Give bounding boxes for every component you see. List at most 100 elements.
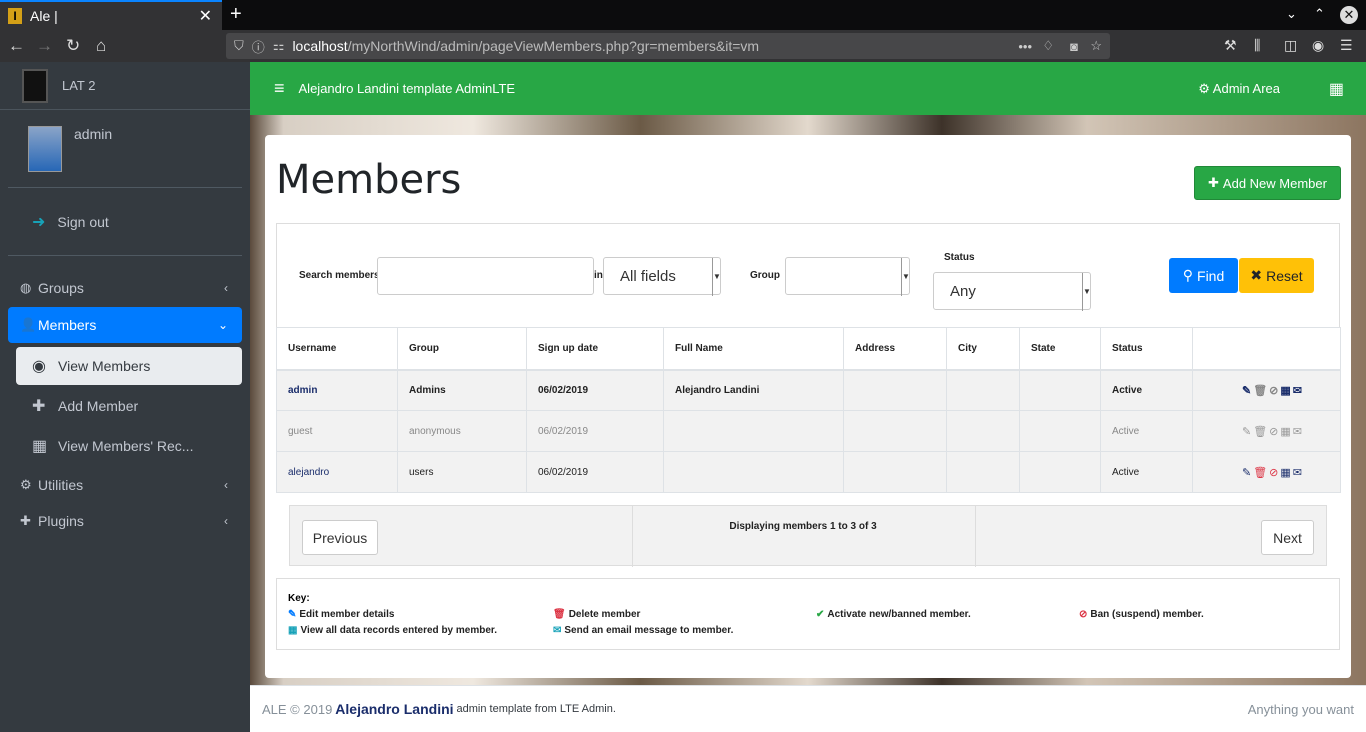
column-header-group[interactable]: Group: [397, 327, 527, 371]
username-link[interactable]: alejandro: [288, 467, 329, 478]
sidebar-item-members[interactable]: 👤 Members ⌄: [8, 307, 242, 343]
records-grid-icon[interactable]: ▦: [1280, 466, 1290, 479]
cell-status: Active: [1100, 451, 1193, 493]
reset-label: Reset: [1266, 267, 1303, 284]
key-view-all: ▦ View all data records entered by member…: [288, 625, 497, 636]
library-icon[interactable]: ⫼: [1254, 37, 1260, 54]
key-edit: ✎ Edit member details: [288, 609, 394, 620]
cell-city: [946, 410, 1020, 452]
back-icon[interactable]: ←: [8, 36, 25, 56]
column-header-address[interactable]: Address: [843, 327, 947, 371]
home-icon[interactable]: ⌂: [96, 36, 106, 56]
grid-icon: ▦: [32, 438, 48, 455]
user-panel: admin: [8, 110, 242, 188]
cell-full-name: [663, 410, 844, 452]
tracking-shield-icon[interactable]: ⛉: [234, 38, 244, 54]
column-header-status[interactable]: Status: [1100, 327, 1193, 371]
sidebar-toggle-icon[interactable]: ◫: [1284, 37, 1297, 54]
edit-icon[interactable]: ✎: [1242, 384, 1251, 397]
previous-button[interactable]: Previous: [302, 520, 378, 555]
brand-logo: [22, 68, 48, 103]
user-name[interactable]: admin: [74, 126, 112, 142]
status-select[interactable]: Any ▼: [933, 272, 1091, 311]
column-header-full-name[interactable]: Full Name: [663, 327, 844, 371]
records-grid-icon[interactable]: ▦: [1280, 384, 1290, 397]
search-members-label: Search members: [299, 270, 380, 281]
mail-icon[interactable]: ✉: [1293, 466, 1302, 479]
sidebar-menu: ◍ Groups ‹ 👤 Members ⌄: [0, 270, 250, 343]
url-bar[interactable]: ⛉ ⓘ ⚏ localhost/myNorthWind/admin/pageVi…: [226, 33, 1110, 59]
status-label: Status: [944, 252, 975, 263]
cell-full-name: [663, 451, 844, 493]
key-email: ✉ Send an email message to member.: [553, 625, 733, 636]
footer-copyright: ALE © 2019: [262, 701, 333, 717]
url-text[interactable]: localhost/myNorthWind/admin/pageViewMemb…: [292, 38, 759, 54]
sign-out-link[interactable]: ➜ Sign out: [8, 188, 242, 256]
info-icon[interactable]: ⓘ: [252, 37, 265, 56]
brand[interactable]: LAT 2: [0, 62, 250, 110]
close-tab-icon[interactable]: ✕: [199, 6, 212, 26]
edit-icon[interactable]: ✎: [1242, 466, 1251, 479]
control-sidebar-icon[interactable]: ▦: [1329, 79, 1344, 99]
window-close-icon[interactable]: ✕: [1340, 6, 1358, 24]
column-header-username[interactable]: Username: [276, 327, 398, 371]
app-title[interactable]: Alejandro Landini template AdminLTE: [299, 81, 516, 96]
browser-tab-strip: I Ale | ✕ + ⌄ ⌃ ✕: [0, 0, 1366, 30]
permissions-icon[interactable]: ⚏: [273, 38, 285, 54]
globe-icon: ◍: [20, 280, 32, 295]
sidebar-item-plugins[interactable]: ✚ Plugins ‹: [8, 503, 242, 539]
wrench-icon[interactable]: ⚒: [1224, 37, 1237, 54]
lightbulb-icon[interactable]: ♢: [1042, 38, 1054, 54]
sidebar-item-groups[interactable]: ◍ Groups ‹: [8, 270, 242, 306]
cell-state: [1019, 369, 1101, 411]
next-button[interactable]: Next: [1261, 520, 1314, 555]
cell-status: Active: [1100, 369, 1193, 411]
column-header-city[interactable]: City: [946, 327, 1020, 371]
sidebar-subitem-view-members[interactable]: ◉ View Members: [16, 347, 242, 385]
group-select[interactable]: ▼: [785, 257, 910, 296]
top-navbar: ≡ Alejandro Landini template AdminLTE ⚙ …: [250, 62, 1366, 115]
column-header-state[interactable]: State: [1019, 327, 1101, 371]
url-path: /myNorthWind/admin/pageViewMembers.php?g…: [347, 38, 760, 54]
trash-icon[interactable]: 🗑: [1253, 384, 1267, 397]
user-icon: 👤: [20, 317, 37, 332]
hamburger-icon[interactable]: ≡: [274, 78, 285, 99]
admin-area-link[interactable]: ⚙ Admin Area: [1198, 81, 1280, 97]
column-header-signup-date[interactable]: Sign up date: [526, 327, 664, 371]
key-edit-label: Edit member details: [299, 609, 395, 620]
cell-username[interactable]: alejandro: [276, 451, 398, 493]
username-link[interactable]: admin: [288, 385, 317, 396]
chevron-down-icon[interactable]: ⌄: [1286, 6, 1297, 22]
cell-address: [843, 410, 947, 452]
cell-username[interactable]: admin: [276, 369, 398, 411]
trash-icon[interactable]: 🗑: [1253, 466, 1267, 479]
key-delete: 🗑 Delete member: [553, 609, 640, 620]
ban-icon[interactable]: ⊘: [1269, 384, 1278, 397]
pocket-icon[interactable]: ◙: [1070, 39, 1078, 54]
forward-icon[interactable]: →: [36, 36, 53, 56]
cell-group: users: [397, 451, 527, 493]
mail-icon[interactable]: ✉: [1293, 384, 1302, 397]
search-input[interactable]: [377, 257, 594, 295]
brand-text: LAT 2: [62, 78, 96, 93]
find-label: Find: [1197, 267, 1225, 284]
key-legend: Key: ✎ Edit member details 🗑 Delete member…: [276, 578, 1340, 650]
sidebar-subitem-view-records[interactable]: ▦ View Members' Rec...: [16, 427, 242, 465]
new-tab-button[interactable]: +: [230, 3, 242, 26]
reset-button[interactable]: ✖ Reset: [1239, 258, 1314, 293]
footer-author-link[interactable]: Alejandro Landini: [335, 701, 453, 717]
page-actions-icon[interactable]: •••: [1018, 39, 1032, 54]
ban-icon[interactable]: ⊘: [1269, 466, 1278, 479]
find-button[interactable]: ⚲ Find: [1169, 258, 1238, 293]
sidebar-subitem-add-member[interactable]: ✚ Add Member: [16, 387, 242, 425]
browser-tab[interactable]: I Ale | ✕: [0, 0, 222, 30]
search-field-select[interactable]: All fields ▼: [603, 257, 721, 296]
add-new-member-button[interactable]: ✚ Add New Member: [1194, 166, 1341, 200]
reload-icon[interactable]: ↻: [66, 36, 80, 56]
sidebar-item-utilities[interactable]: ⚙ Utilities ‹: [8, 467, 242, 503]
account-icon[interactable]: ◉: [1312, 37, 1324, 54]
footer-suffix: admin template from LTE Admin.: [456, 703, 616, 715]
browser-menu-icon[interactable]: ☰: [1340, 37, 1353, 54]
bookmark-star-icon[interactable]: ☆: [1090, 38, 1102, 54]
chevron-up-icon[interactable]: ⌃: [1314, 6, 1325, 22]
